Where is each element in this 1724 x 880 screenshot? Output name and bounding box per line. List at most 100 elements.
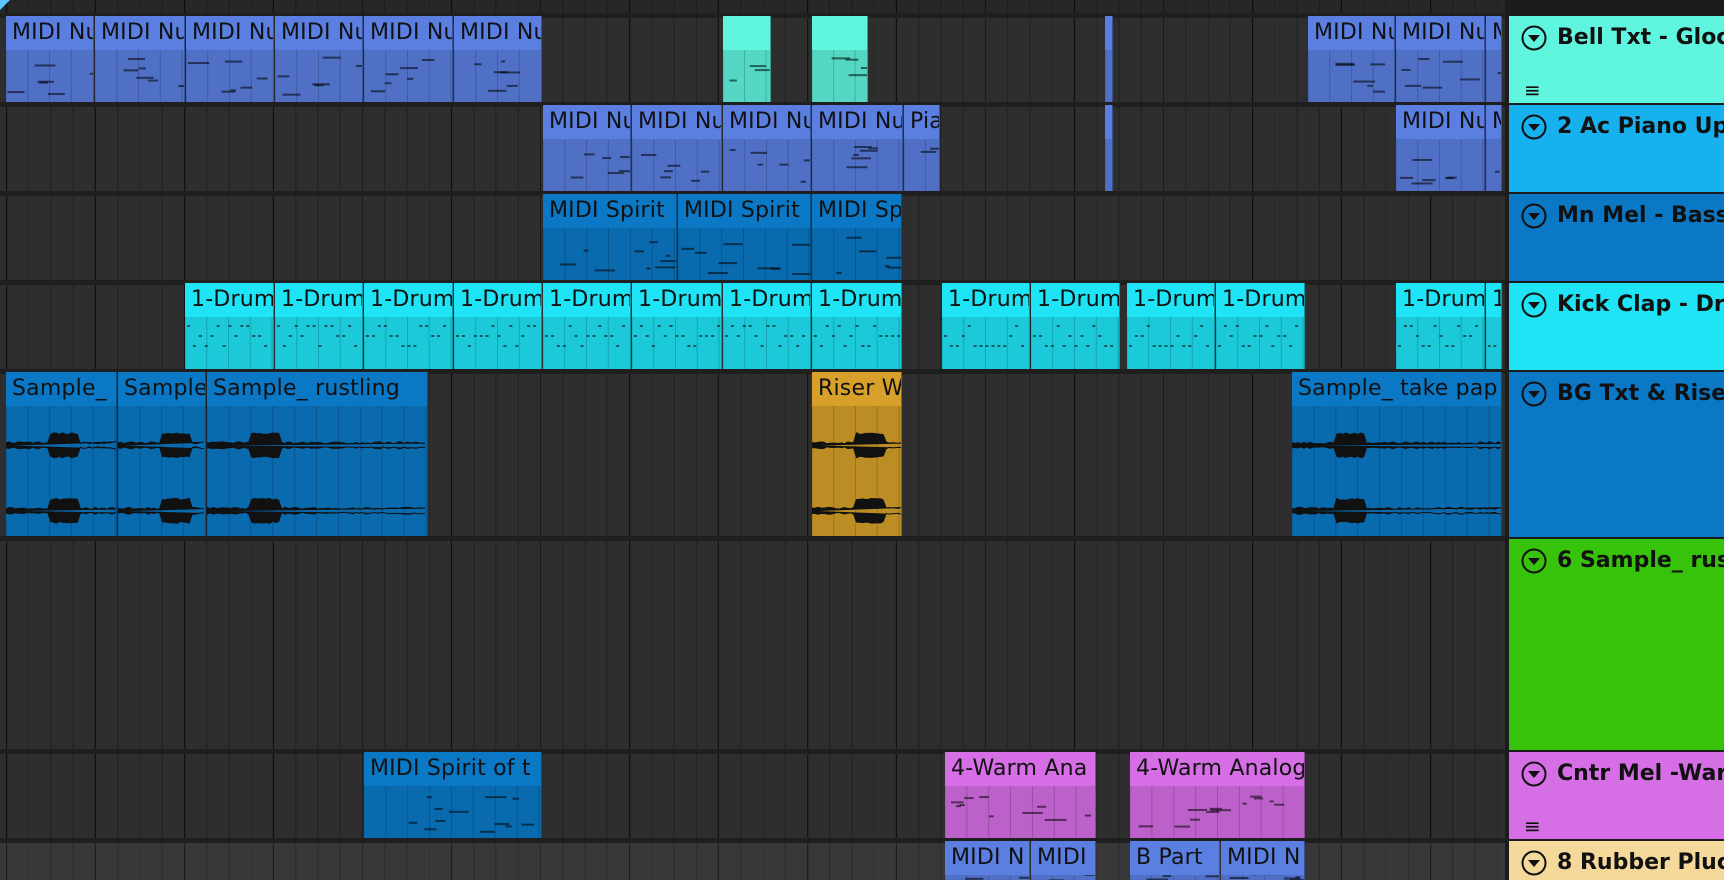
clip[interactable]: I [1105, 16, 1113, 103]
track-lane[interactable]: 1-Drum 1-Drum 1-Drum 1-Drum 1-Drum 1-Drum 1-Dr… [0, 283, 1505, 370]
clip[interactable]: MIDI Nu [1396, 105, 1485, 192]
clip[interactable]: MIDI Nu [364, 16, 453, 103]
track-header[interactable]: Kick Clap - Dr [1509, 283, 1724, 370]
clip[interactable] [812, 16, 868, 103]
track-name[interactable]: Bell Txt - Gloc [1557, 23, 1724, 53]
track-name[interactable]: Kick Clap - Dr [1557, 290, 1724, 320]
track-lane[interactable]: MIDI Nu MIDI Nu MIDI Nu MIDI Nu Pia I MIDI Nu M [0, 105, 1505, 192]
clip[interactable]: MIDI Nu [812, 105, 903, 192]
clip[interactable]: 1-Drum [1031, 283, 1120, 370]
midi-note [592, 335, 596, 337]
clip[interactable]: MIDI Nu [186, 16, 274, 103]
fold-toggle-icon[interactable] [1521, 381, 1547, 407]
clip[interactable]: MIDI Sp [812, 194, 902, 281]
clip[interactable]: 1-Drum [185, 283, 274, 370]
clip-content-graphic [364, 317, 452, 370]
clip[interactable]: MIDI N [1221, 841, 1305, 880]
clip[interactable]: MIDI Nu [1308, 16, 1395, 103]
track-header[interactable]: 8 Rubber Pluc [1509, 841, 1724, 880]
clip[interactable] [723, 16, 771, 103]
clip[interactable]: MIDI Spirit [543, 194, 677, 281]
clip[interactable]: 1-Drum [543, 283, 631, 370]
track-header[interactable]: Mn Mel - Bass [1509, 194, 1724, 281]
track-name[interactable]: BG Txt & Riser [1557, 379, 1724, 409]
midi-note [385, 73, 399, 76]
track-name[interactable]: 6 Sample_ rus [1557, 546, 1724, 576]
clip[interactable]: 1-Drum [1216, 283, 1305, 370]
track-header[interactable]: Cntr Mel -War ≡ [1509, 752, 1724, 839]
arrangement-view[interactable]: MIDI Nu MIDI Nu MIDI Nu MIDI Nu MIDI Nu MIDI … [0, 0, 1505, 880]
clip[interactable]: MIDI Spirit of t [364, 752, 542, 839]
midi-note [1229, 877, 1249, 880]
loop-marker-icon[interactable] [0, 0, 10, 10]
track-header[interactable]: 6 Sample_ rus [1509, 539, 1724, 750]
clip[interactable]: 1-Drum [632, 283, 722, 370]
midi-note [204, 345, 208, 347]
clip[interactable]: 1-Drum [942, 283, 1030, 370]
clip[interactable]: 1-Drum [1127, 283, 1215, 370]
midi-note [651, 345, 655, 347]
fold-toggle-icon[interactable] [1521, 850, 1547, 876]
midi-note [708, 272, 728, 275]
clip[interactable]: 1-Drum [275, 283, 363, 370]
track-lane[interactable] [0, 539, 1505, 750]
track-menu-icon[interactable]: ≡ [1524, 814, 1541, 838]
track-lane[interactable]: MIDI Spirit MIDI Spirit MIDI Sp [0, 194, 1505, 281]
track-lane[interactable]: MIDI Nu MIDI Nu MIDI Nu MIDI Nu MIDI Nu MIDI … [0, 16, 1505, 103]
track-header[interactable]: Bell Txt - Gloc ≡ [1509, 16, 1724, 103]
clip[interactable]: B Part [1130, 841, 1220, 880]
clip[interactable]: Sample_ [6, 372, 117, 537]
midi-note [1422, 179, 1436, 182]
clip[interactable]: MIDI Nu [454, 16, 542, 103]
clip[interactable]: MIDI Nu [543, 105, 631, 192]
clip[interactable]: MIDI N [945, 841, 1030, 880]
clip[interactable]: I [1105, 105, 1113, 192]
midi-note [318, 345, 322, 347]
clip[interactable]: M [1486, 105, 1502, 192]
clip[interactable]: MIDI [1031, 841, 1096, 880]
clip-content [1486, 317, 1501, 370]
midi-note [264, 345, 268, 347]
clip[interactable]: MIDI Spirit [678, 194, 811, 281]
clip[interactable]: 1-Drum [812, 283, 902, 370]
track-header[interactable]: 2 Ac Piano Upr [1509, 105, 1724, 192]
track-menu-icon[interactable]: ≡ [1524, 78, 1541, 102]
fold-toggle-icon[interactable] [1521, 114, 1547, 140]
clip[interactable]: M [1486, 16, 1502, 103]
clip-name: MIDI Spirit of t [370, 756, 531, 781]
track-lane[interactable]: MIDI N MIDI B Part MIDI N [0, 841, 1505, 880]
fold-toggle-icon[interactable] [1521, 25, 1547, 51]
track-lane[interactable]: MIDI Spirit of t 4-Warm Ana 4-Warm Analog [0, 752, 1505, 839]
clip[interactable]: Sample [118, 372, 206, 537]
clip[interactable]: MIDI Nu [6, 16, 94, 103]
track-name[interactable]: Cntr Mel -War [1557, 759, 1724, 789]
track-header[interactable]: BG Txt & Riser [1509, 372, 1724, 537]
clip[interactable]: 1-Drum [454, 283, 542, 370]
fold-toggle-icon[interactable] [1521, 548, 1547, 574]
clip[interactable]: Sample_ rustling [207, 372, 428, 537]
clip[interactable]: Riser W [812, 372, 902, 537]
clip[interactable]: 1-Drum [364, 283, 453, 370]
fold-toggle-icon[interactable] [1521, 292, 1547, 318]
midi-note [1289, 345, 1293, 347]
clip[interactable]: MIDI Nu [275, 16, 363, 103]
clip[interactable]: 4-Warm Analog [1130, 752, 1305, 839]
clip[interactable]: MIDI Nu [632, 105, 722, 192]
clip[interactable]: MIDI Nu [1396, 16, 1485, 103]
fold-toggle-icon[interactable] [1521, 203, 1547, 229]
track-lane[interactable]: Sample_ Sample Sample_ rustling Riser W Samp… [0, 372, 1505, 537]
clip[interactable]: 1 [1486, 283, 1502, 370]
fold-toggle-icon[interactable] [1521, 761, 1547, 787]
clip[interactable]: MIDI Nu [95, 16, 185, 103]
clip[interactable]: Sample_ take pap [1292, 372, 1502, 537]
clip[interactable]: 4-Warm Ana [945, 752, 1096, 839]
clip-content-graphic [207, 406, 427, 537]
clip[interactable]: 1-Drum [723, 283, 811, 370]
clip[interactable]: Pia [904, 105, 940, 192]
track-name[interactable]: 8 Rubber Pluc [1557, 848, 1724, 878]
clip[interactable]: 1-Drum [1396, 283, 1485, 370]
track-name[interactable]: 2 Ac Piano Upr [1557, 112, 1724, 142]
fold-arrow [1528, 302, 1540, 309]
track-name[interactable]: Mn Mel - Bass [1557, 201, 1724, 231]
clip[interactable]: MIDI Nu [723, 105, 811, 192]
